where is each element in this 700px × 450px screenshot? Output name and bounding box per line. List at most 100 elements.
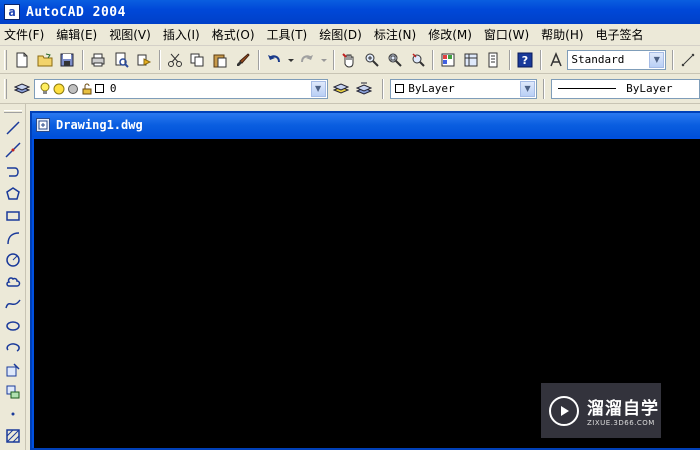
zoom-previous-button[interactable] <box>407 49 429 71</box>
open-button[interactable] <box>34 49 56 71</box>
color-control-dropdown[interactable]: ByLayer ▼ <box>390 78 538 99</box>
make-block-tool-button[interactable] <box>2 381 24 403</box>
text-style-manager-button[interactable] <box>545 49 567 71</box>
tool-palettes-button[interactable] <box>483 49 505 71</box>
drawing-title: Drawing1.dwg <box>56 118 143 132</box>
printer-icon <box>91 53 105 66</box>
new-file-icon <box>16 52 28 67</box>
lightbulb-on-icon <box>40 82 50 94</box>
menu-insert[interactable]: 插入(I) <box>163 26 200 43</box>
toolbar-grip[interactable] <box>4 78 7 99</box>
redo-dropdown[interactable] <box>319 49 329 71</box>
undo-dropdown[interactable] <box>286 49 296 71</box>
menu-modify[interactable]: 修改(M) <box>428 26 472 43</box>
standard-toolbar: ? Standard ▼ <box>0 46 700 74</box>
menu-window[interactable]: 窗口(W) <box>484 26 529 43</box>
menu-help[interactable]: 帮助(H) <box>541 26 583 43</box>
menu-format[interactable]: 格式(O) <box>212 26 255 43</box>
chevron-down-icon: ▼ <box>649 51 665 68</box>
dimension-style-icon <box>681 53 695 66</box>
ellipse-arc-tool-button[interactable] <box>2 337 24 359</box>
line-tool-button[interactable] <box>2 117 24 139</box>
menu-dimension[interactable]: 标注(N) <box>374 26 416 43</box>
rectangle-tool-button[interactable] <box>2 205 24 227</box>
circle-icon <box>5 253 20 267</box>
text-style-dropdown[interactable]: Standard ▼ <box>567 49 667 70</box>
insert-block-tool-button[interactable] <box>2 359 24 381</box>
publish-button[interactable] <box>133 49 155 71</box>
linetype-control-dropdown[interactable]: ByLayer <box>551 78 700 99</box>
construction-line-tool-button[interactable] <box>2 139 24 161</box>
toolbar-separator <box>539 49 542 70</box>
toolbar-grip[interactable] <box>3 110 22 113</box>
menu-tools[interactable]: 工具(T) <box>267 26 308 43</box>
construction-line-icon <box>4 142 21 158</box>
toolbar-separator <box>432 49 435 70</box>
layer-current-icon <box>333 82 350 94</box>
chevron-down-icon: ▼ <box>310 80 326 97</box>
toolbar-separator <box>158 49 161 70</box>
toolbar-separator <box>257 49 260 70</box>
revision-cloud-tool-button[interactable] <box>2 271 24 293</box>
toolbar-separator <box>382 78 385 99</box>
layer-dropdown[interactable]: 0 ▼ <box>33 78 328 99</box>
menu-view[interactable]: 视图(V) <box>109 26 151 43</box>
toolbar-grip[interactable] <box>4 49 7 70</box>
plot-preview-button[interactable] <box>110 49 132 71</box>
save-disk-icon <box>60 53 74 66</box>
menu-draw[interactable]: 绘图(D) <box>319 26 362 43</box>
layer-previous-button[interactable] <box>353 78 375 100</box>
point-tool-button[interactable] <box>2 403 24 425</box>
copy-button[interactable] <box>186 49 208 71</box>
make-object-layer-current-button[interactable] <box>331 78 353 100</box>
current-layer-name: 0 <box>109 82 117 95</box>
insert-block-icon <box>6 363 20 377</box>
undo-button[interactable] <box>263 49 285 71</box>
new-button[interactable] <box>11 49 33 71</box>
save-button[interactable] <box>57 49 79 71</box>
polyline-tool-button[interactable] <box>2 161 24 183</box>
undo-arrow-icon <box>267 54 280 62</box>
hatch-icon <box>5 429 20 443</box>
arc-tool-button[interactable] <box>2 227 24 249</box>
drawing-file-icon[interactable] <box>36 118 50 132</box>
zoom-window-button[interactable] <box>384 49 406 71</box>
menu-bar: 文件(F) 编辑(E) 视图(V) 插入(I) 格式(O) 工具(T) 绘图(D… <box>0 24 700 46</box>
rectangle-icon <box>5 211 20 221</box>
toolbar-separator <box>508 49 511 70</box>
zoom-realtime-button[interactable] <box>361 49 383 71</box>
layer-manager-button[interactable] <box>11 78 33 100</box>
redo-arrow-icon <box>301 54 314 62</box>
hatch-tool-button[interactable] <box>2 425 24 447</box>
autocad-app-icon[interactable]: a <box>4 4 20 20</box>
drawing-window-titlebar[interactable]: Drawing1.dwg <box>32 113 700 137</box>
plot-button[interactable] <box>87 49 109 71</box>
circle-tool-button[interactable] <box>2 249 24 271</box>
zoom-realtime-icon <box>365 53 379 67</box>
properties-button[interactable] <box>437 49 459 71</box>
help-question-icon: ? <box>517 52 533 67</box>
design-center-button[interactable] <box>460 49 482 71</box>
title-bar: a AutoCAD 2004 <box>0 0 700 24</box>
layers-stack-icon <box>13 82 30 94</box>
ellipse-arc-icon <box>5 343 20 352</box>
properties-icon <box>441 53 455 66</box>
pan-realtime-button[interactable] <box>338 49 360 71</box>
draw-toolbar <box>0 104 26 450</box>
menu-edit[interactable]: 编辑(E) <box>56 26 97 43</box>
publish-icon <box>137 54 151 66</box>
menu-file[interactable]: 文件(F) <box>4 26 44 43</box>
menu-esign[interactable]: 电子签名 <box>596 26 644 43</box>
spline-tool-button[interactable] <box>2 293 24 315</box>
dimension-style-button[interactable] <box>677 49 699 71</box>
cut-button[interactable] <box>164 49 186 71</box>
line-icon <box>5 121 20 135</box>
paste-button[interactable] <box>209 49 231 71</box>
help-button[interactable]: ? <box>514 49 536 71</box>
revision-cloud-icon <box>5 277 20 287</box>
redo-button[interactable] <box>297 49 319 71</box>
ellipse-tool-button[interactable] <box>2 315 24 337</box>
match-properties-button[interactable] <box>232 49 254 71</box>
arc-icon <box>6 232 19 245</box>
polygon-tool-button[interactable] <box>2 183 24 205</box>
